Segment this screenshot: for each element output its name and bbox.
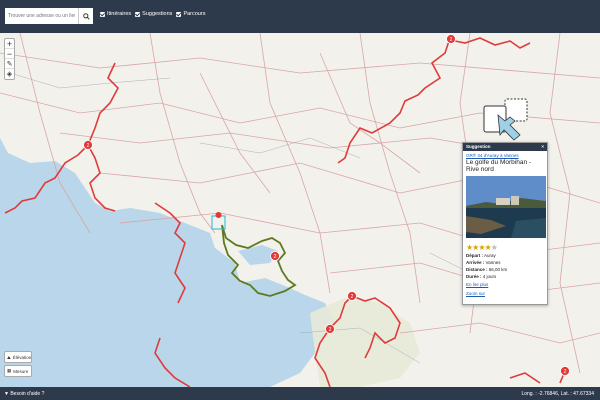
filter-parcours[interactable]: Parcours [176,11,205,17]
svg-text:2: 2 [87,143,90,149]
map-controls: + − ✎ ◈ [4,38,15,80]
search-input[interactable] [5,8,78,24]
zoom-out-button[interactable]: − [5,49,14,59]
zoom-link[interactable]: Zoom sur [463,289,547,298]
svg-text:2: 2 [351,294,354,300]
top-toolbar: Itinéraires Suggestions Parcours [0,0,600,33]
layers-button[interactable]: ◈ [5,69,14,79]
rating-stars: ★★★★★ [463,243,547,252]
popup-photo [466,176,546,238]
ruler-icon: ▦ [7,368,12,373]
read-more-link[interactable]: En lire plus [463,280,547,289]
map-pin-icon [215,212,222,227]
drag-hand-icon [483,98,528,141]
filter-label: Parcours [183,11,206,17]
cluster-badge: 2 [560,366,570,376]
filter-label: Suggestions [142,11,173,17]
suggestion-popup: Suggestion × GR® 34 d'Auray à Vannes Le … [462,142,548,305]
elevation-button[interactable]: ⛰ Élévation [4,351,32,363]
search-button[interactable] [78,8,93,24]
star-icon: ★ [490,243,498,252]
filter-label: Itinéraires [107,11,132,17]
svg-text:2: 2 [329,327,332,333]
cluster-badge: 2 [270,251,280,261]
zoom-in-button[interactable]: + [5,39,14,49]
checkbox-icon[interactable] [135,11,141,17]
search-icon [82,12,90,20]
draw-button[interactable]: ✎ [5,59,14,69]
sea-area [0,138,335,387]
checkbox-icon[interactable] [176,11,182,17]
svg-text:2: 2 [274,254,277,260]
checkbox-icon[interactable] [100,11,105,17]
popup-title: Le golfe du Morbihan - Rive nord [466,159,532,173]
popup-row: Durée : 4 jours [466,274,497,279]
cluster-badge: 2 [347,291,357,301]
coordinates-readout: Long. : -2.76846, Lat. : 47.67334 [521,391,594,397]
filter-suggestions[interactable]: Suggestions [135,11,172,17]
cluster-badge: 2 [83,140,93,150]
popup-row: Distance : 66,00 km [466,267,508,272]
elevation-icon: ⛰ [7,354,11,360]
map-canvas[interactable]: 2 2 2 2 2 2 Suggestion × GR® 34 d'Auray … [0,33,600,387]
search-box [5,8,93,24]
close-icon[interactable]: × [541,144,544,150]
popup-row: Arrivée : Vannes [466,260,501,265]
help-toggle[interactable]: ▼ Besoin d'aide ? [4,391,44,397]
filter-itineraires[interactable]: Itinéraires [100,11,131,17]
layers-icon: ◈ [6,71,13,78]
svg-text:2: 2 [450,37,453,43]
layer-filters: Itinéraires Suggestions Parcours [100,11,205,17]
cluster-badge: 2 [325,324,335,334]
status-bar: ▼ Besoin d'aide ? Long. : -2.76846, Lat.… [0,387,600,400]
svg-text:2: 2 [564,369,567,375]
popup-row: Départ : Auray [466,253,496,258]
land-area [310,298,420,387]
cluster-badge: 2 [446,34,456,44]
pencil-icon: ✎ [6,60,13,68]
popup-route-link[interactable]: GR® 34 d'Auray à Vannes [463,151,547,159]
measure-button[interactable]: ▦ Mesure [4,365,32,377]
popup-header: Suggestion × [463,143,547,151]
popup-header-label: Suggestion [466,144,491,149]
